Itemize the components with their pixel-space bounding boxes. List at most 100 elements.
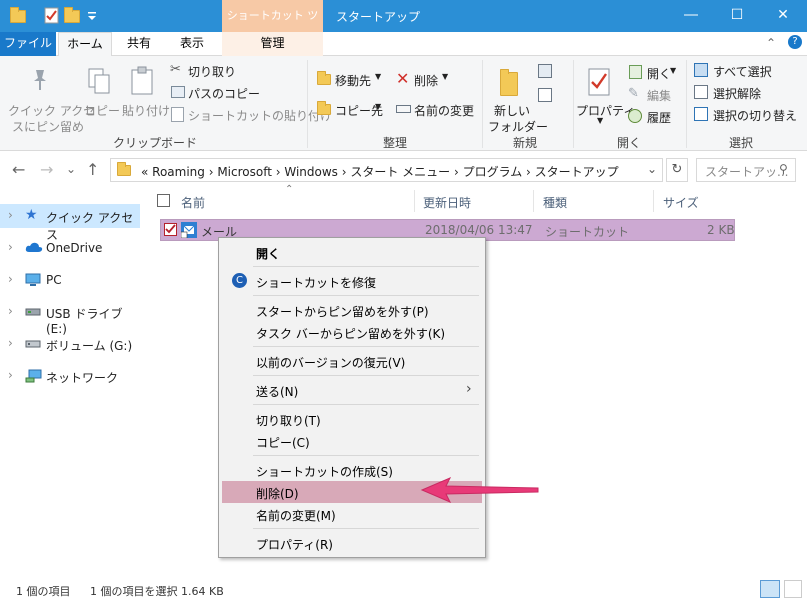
chevron-right-icon[interactable]: ›: [8, 304, 13, 318]
folder-icon[interactable]: [10, 7, 26, 24]
copy-path-button[interactable]: パスのコピー: [170, 84, 300, 102]
menu-item-restore-previous[interactable]: 以前のバージョンの復元(V): [222, 350, 482, 372]
folder-icon: [117, 162, 131, 176]
pin-quick-access-button[interactable]: クイック アクセ スにピン留め: [4, 60, 95, 134]
chevron-right-icon[interactable]: ›: [8, 272, 13, 286]
nav-item-label: OneDrive: [46, 241, 103, 255]
invert-selection-button[interactable]: 選択の切り替え: [694, 106, 800, 124]
chevron-right-icon[interactable]: ›: [8, 336, 13, 350]
help-icon[interactable]: ?: [788, 35, 802, 49]
copy-folder-icon: [317, 101, 331, 115]
menu-item-label: スタートからピン留めを外す(P): [256, 305, 429, 319]
select-all-checkbox[interactable]: [157, 194, 170, 207]
chevron-right-icon[interactable]: ›: [8, 368, 13, 382]
select-none-button[interactable]: 選択解除: [694, 84, 794, 102]
nav-item-onedrive[interactable]: › OneDrive: [0, 236, 140, 260]
network-icon: [25, 369, 42, 383]
properties-icon[interactable]: [44, 7, 60, 24]
nav-item-volume-g[interactable]: › ボリューム (G:): [0, 332, 140, 356]
cut-button[interactable]: ✂ 切り取り: [170, 62, 300, 80]
customize-quick-access-icon[interactable]: [86, 7, 102, 24]
folder-icon: [500, 69, 518, 96]
navigation-pane: › ★ クイック アクセス › OneDrive › PC › USB ドライブ…: [0, 190, 145, 570]
properties-button[interactable]: プロパティ ▼: [576, 60, 635, 132]
new-folder-icon[interactable]: [64, 7, 80, 24]
easy-access-button[interactable]: [538, 88, 562, 108]
copy-path-icon: [171, 86, 185, 98]
column-header-size[interactable]: サイズ: [663, 194, 699, 211]
new-item-icon: [538, 64, 552, 78]
menu-item-unpin-taskbar[interactable]: タスク バーからピン留めを外す(K): [222, 321, 482, 343]
breadcrumb[interactable]: « Roaming › Microsoft › Windows › スタート メ…: [141, 163, 619, 180]
nav-item-quick-access[interactable]: › ★ クイック アクセス: [0, 204, 140, 242]
large-icons-view-icon[interactable]: [784, 580, 802, 598]
recent-locations-icon[interactable]: ⌄: [66, 162, 76, 176]
maximize-button[interactable]: ☐: [714, 0, 760, 32]
tab-home[interactable]: ホーム: [58, 32, 112, 57]
select-none-label: 選択解除: [713, 87, 762, 101]
tab-manage[interactable]: 管理: [222, 32, 323, 56]
nav-item-usb-drive[interactable]: › USB ドライブ (E:): [0, 300, 140, 336]
rename-icon: [396, 105, 411, 113]
drive-icon: [25, 337, 41, 351]
collapse-ribbon-icon[interactable]: ⌃: [766, 36, 776, 50]
forward-arrow-icon[interactable]: →: [40, 160, 53, 179]
new-item-button[interactable]: [538, 64, 562, 84]
menu-item-open[interactable]: 開く: [222, 241, 482, 263]
history-button[interactable]: 履歴: [628, 108, 680, 126]
menu-item-label: 以前のバージョンの復元(V): [256, 356, 406, 370]
nav-item-pc[interactable]: › PC: [0, 268, 140, 292]
menu-item-label: ショートカットを修復: [256, 276, 377, 290]
close-button[interactable]: ✕: [760, 0, 806, 32]
copy-to-button[interactable]: コピー先 ▼: [315, 100, 387, 120]
delete-button[interactable]: ✕ 削除 ▼: [396, 69, 460, 90]
paste-label: 貼り付け: [122, 104, 171, 118]
file-checkbox[interactable]: [164, 223, 177, 236]
nav-item-network[interactable]: › ネットワーク: [0, 364, 140, 388]
column-divider[interactable]: [653, 190, 654, 212]
tab-share[interactable]: 共有: [116, 32, 162, 56]
column-header-name[interactable]: 名前: [181, 194, 205, 211]
chevron-right-icon[interactable]: ›: [8, 208, 13, 222]
move-to-button[interactable]: 移動先 ▼: [315, 70, 387, 90]
copy-button[interactable]: コピー: [80, 60, 120, 120]
column-header-type[interactable]: 種類: [543, 194, 567, 211]
copy-label: コピー: [84, 104, 121, 118]
column-divider[interactable]: [533, 190, 534, 212]
minimize-button[interactable]: ―: [668, 0, 714, 32]
menu-item-unpin-start[interactable]: スタートからピン留めを外す(P): [222, 299, 482, 321]
search-input[interactable]: スタートアッ... ⚲: [696, 158, 796, 182]
address-bar[interactable]: « Roaming › Microsoft › Windows › スタート メ…: [110, 158, 663, 182]
edit-button[interactable]: ✎ 編集: [628, 86, 680, 104]
open-label: 開く: [647, 67, 672, 81]
tab-view[interactable]: 表示: [166, 32, 218, 56]
details-view-icon[interactable]: [760, 580, 780, 598]
refresh-button[interactable]: ↻: [666, 158, 688, 182]
paste-button[interactable]: 貼り付け: [118, 60, 170, 120]
up-arrow-icon[interactable]: ↑: [86, 160, 99, 179]
select-all-button[interactable]: すべて選択: [694, 62, 794, 80]
ribbon: クイック アクセ スにピン留め コピー 貼り付け ✂ 切り取り パスのコピー シ…: [0, 56, 807, 151]
menu-item-cut[interactable]: 切り取り(T): [222, 408, 482, 430]
open-button[interactable]: 開く ▼: [628, 64, 680, 82]
chevron-right-icon[interactable]: ›: [8, 240, 13, 254]
rename-button[interactable]: 名前の変更: [396, 100, 478, 120]
paste-shortcut-button[interactable]: ショートカットの貼り付け: [170, 106, 332, 124]
pin-icon: [30, 68, 50, 95]
menu-separator: [253, 266, 479, 267]
menu-item-copy[interactable]: コピー(C): [222, 430, 482, 452]
back-arrow-icon[interactable]: ←: [12, 160, 25, 179]
address-dropdown-icon[interactable]: ⌄: [647, 162, 657, 176]
invert-selection-label: 選択の切り替え: [713, 109, 798, 123]
column-divider[interactable]: [414, 190, 415, 212]
menu-item-properties[interactable]: プロパティ(R): [222, 532, 482, 554]
title-bar: ショートカット ツール スタートアップ ― ☐ ✕: [0, 0, 807, 54]
cut-label: 切り取り: [188, 65, 237, 79]
column-header-date[interactable]: 更新日時: [423, 194, 471, 211]
menu-item-fix-shortcut[interactable]: C ショートカットを修復: [222, 270, 482, 292]
tab-file[interactable]: ファイル: [0, 32, 56, 56]
menu-item-send-to[interactable]: 送る(N) ›: [222, 379, 482, 401]
new-folder-button[interactable]: 新しい フォルダー: [484, 60, 548, 134]
delete-label: 削除: [414, 74, 439, 88]
chevron-down-icon: ▼: [375, 72, 382, 81]
